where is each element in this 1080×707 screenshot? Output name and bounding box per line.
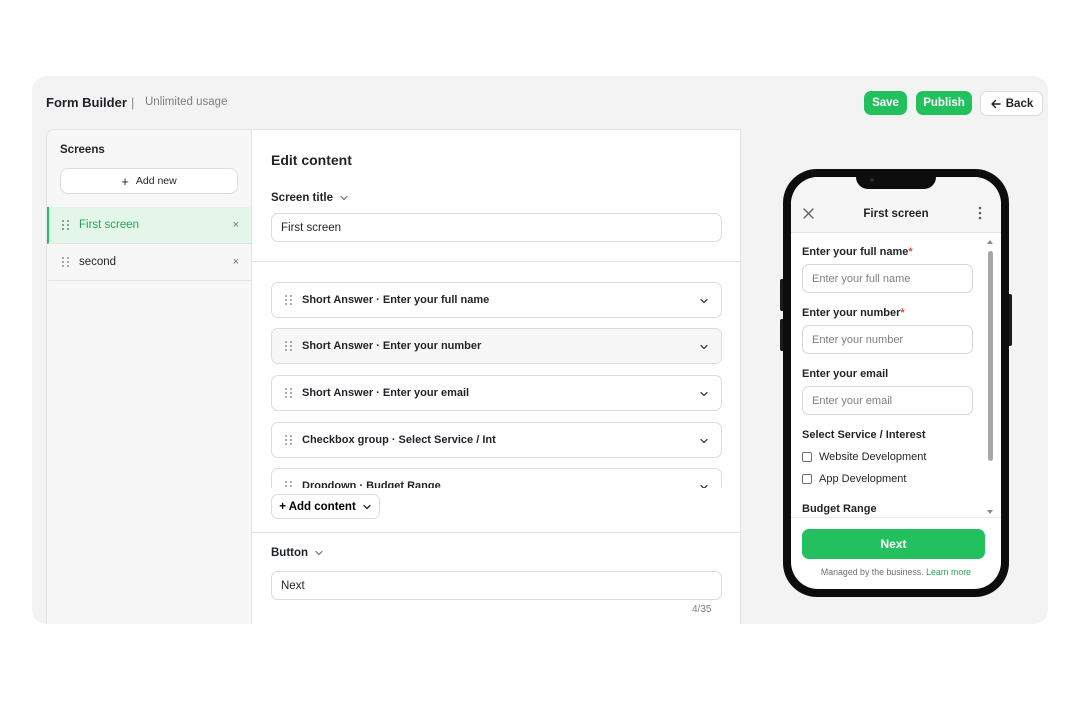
content-item-email[interactable]: Short Answer · Enter your email [271, 375, 722, 411]
checkbox-label: Website Development [819, 451, 927, 463]
content-item-checkbox-group[interactable]: Checkbox group · Select Service / Int [271, 422, 722, 458]
screen-label: First screen [79, 219, 140, 231]
save-button[interactable]: Save [864, 91, 907, 115]
button-section-toggle[interactable]: Button [271, 547, 324, 559]
arrow-left-icon [991, 99, 1001, 108]
phone-frame: First screen Enter your full name* Enter… [780, 169, 1012, 597]
divider [791, 517, 1001, 518]
learn-more-link[interactable]: Learn more [926, 567, 971, 577]
chevron-down-icon [315, 550, 323, 556]
drag-handle-icon[interactable] [285, 481, 293, 488]
checkbox-group-label: Select Service / Interest [802, 429, 926, 441]
drag-handle-icon[interactable] [62, 220, 70, 230]
phone-screen: First screen Enter your full name* Enter… [791, 177, 1001, 589]
field-label-number: Enter your number* [802, 307, 905, 319]
full-name-input[interactable]: Enter your full name [802, 264, 973, 293]
checkbox[interactable] [802, 474, 812, 484]
phone-form-body: Enter your full name* Enter your full na… [791, 233, 1001, 517]
checkbox-label: App Development [819, 473, 907, 485]
phone-screen-title: First screen [863, 208, 929, 220]
checkbox[interactable] [802, 452, 812, 462]
sidebar-item-second[interactable]: second × [47, 244, 252, 281]
phone-preview-panel: First screen Enter your full name* Enter… [742, 129, 1048, 624]
phone-power-button [1009, 294, 1012, 346]
chevron-down-icon [700, 344, 708, 350]
sidebar-item-first-screen[interactable]: First screen × [47, 207, 252, 244]
back-button[interactable]: Back [980, 91, 1043, 116]
plus-icon: + [121, 173, 129, 189]
phone-notch [856, 173, 936, 189]
screen-title-input[interactable]: First screen [271, 213, 722, 242]
scroll-up-arrow-icon[interactable] [987, 240, 993, 244]
chevron-down-icon [363, 504, 371, 509]
back-label: Back [1005, 97, 1034, 110]
content-item-dropdown[interactable]: Dropdown · Budget Range [271, 468, 722, 488]
content-item-full-name[interactable]: Short Answer · Enter your full name [271, 282, 722, 318]
content-item-label: Short Answer · Enter your full name [302, 294, 490, 306]
chevron-down-icon [340, 195, 348, 201]
form-builder-window: Form Builder | Unlimited usage Save Publ… [32, 76, 1048, 624]
chevron-down-icon [700, 298, 708, 304]
add-new-screen-button[interactable]: + Add new [60, 168, 238, 194]
usage-label: Unlimited usage [145, 96, 228, 108]
add-new-label: Add new [135, 175, 177, 187]
chevron-down-icon [700, 484, 708, 488]
scrollbar-thumb[interactable] [988, 251, 993, 461]
email-input[interactable]: Enter your email [802, 386, 973, 415]
screen-title-label: Screen title [271, 192, 333, 204]
publish-button[interactable]: Publish [916, 91, 972, 115]
drag-handle-icon[interactable] [285, 295, 293, 305]
number-input[interactable]: Enter your number [802, 325, 973, 354]
phone-volume-button [780, 279, 783, 311]
top-bar: Form Builder | Unlimited usage Save Publ… [32, 76, 1048, 130]
divider [252, 532, 742, 533]
app-title: Form Builder [46, 95, 127, 110]
content-item-label: Short Answer · Enter your number [302, 340, 482, 352]
button-section-label: Button [271, 547, 309, 559]
button-label-input[interactable]: Next [271, 571, 722, 600]
content-item-number[interactable]: Short Answer · Enter your number [271, 328, 722, 364]
chevron-down-icon [700, 391, 708, 397]
managed-by-note: Managed by the business. Learn more [820, 567, 972, 577]
scroll-down-arrow-icon[interactable] [987, 510, 993, 514]
panel-title: Edit content [271, 152, 352, 168]
field-label-email: Enter your email [802, 368, 889, 380]
drag-handle-icon[interactable] [285, 388, 293, 398]
screen-label: second [79, 256, 117, 268]
screens-heading: Screens [60, 144, 105, 156]
drag-handle-icon[interactable] [285, 341, 293, 351]
checkbox-app-development[interactable]: App Development [802, 473, 906, 485]
add-content-label: + Add content [279, 500, 356, 513]
more-vertical-icon[interactable] [978, 206, 982, 220]
phone-volume-button [780, 319, 783, 351]
field-label-full-name: Enter your full name* [802, 246, 913, 258]
title-separator: | [131, 95, 135, 110]
add-content-button[interactable]: + Add content [271, 494, 380, 519]
screens-sidebar: Screens + Add new First screen × second … [46, 129, 252, 624]
content-item-label: Checkbox group · Select Service / Int [302, 434, 496, 446]
next-button[interactable]: Next [802, 529, 985, 559]
dropdown-label: Budget Range [802, 503, 877, 515]
content-item-label: Dropdown · Budget Range [302, 480, 441, 488]
drag-handle-icon[interactable] [285, 435, 293, 445]
character-counter: 4/35 [692, 604, 712, 615]
remove-screen-icon[interactable]: × [233, 219, 239, 231]
screen-title-toggle[interactable]: Screen title [271, 192, 349, 204]
content-item-label: Short Answer · Enter your email [302, 387, 470, 399]
chevron-down-icon [700, 438, 708, 444]
remove-screen-icon[interactable]: × [233, 256, 239, 268]
content-list[interactable]: Short Answer · Enter your full name Shor… [271, 282, 723, 488]
checkbox-website-development[interactable]: Website Development [802, 451, 926, 463]
divider [252, 261, 742, 262]
drag-handle-icon[interactable] [62, 257, 70, 267]
edit-content-panel: Edit content Screen title First screen S… [251, 129, 742, 624]
